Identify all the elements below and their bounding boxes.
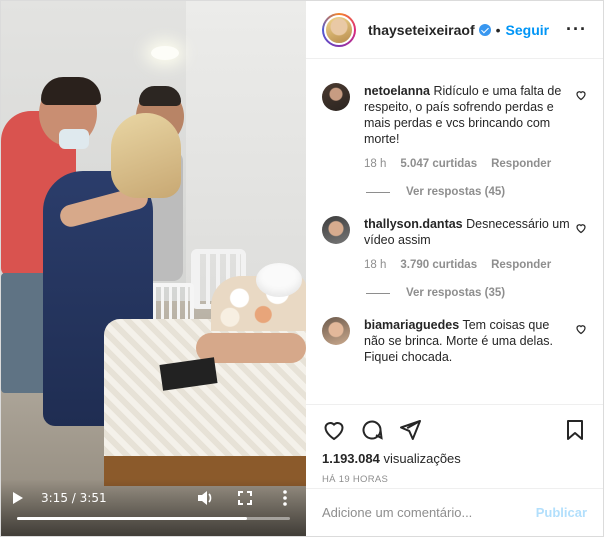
verified-badge-icon [478, 23, 491, 36]
comment-age[interactable]: 18 h [364, 156, 386, 172]
video-options-icon[interactable] [276, 489, 294, 507]
follow-button[interactable]: Seguir [506, 22, 550, 38]
comment-item: netoelanna Ridículo e uma falta de respe… [322, 83, 587, 172]
publish-button[interactable]: Publicar [536, 505, 587, 520]
comment-username[interactable]: biamariaguedes [364, 318, 459, 332]
volume-icon[interactable] [196, 489, 214, 507]
comment-item: biamariaguedes Tem coisas que não se bri… [322, 317, 587, 365]
video-player[interactable]: 3:15 / 3:51 [1, 1, 306, 536]
post-side-panel: thayseteixeiraof • Seguir ··· netoelanna… [306, 1, 603, 536]
bookmark-icon[interactable] [563, 418, 587, 442]
view-count-number: 1.193.084 [322, 451, 380, 466]
view-count[interactable]: 1.193.084 visualizações [322, 451, 587, 466]
comment-like-heart-icon[interactable] [575, 323, 587, 335]
comment-like-heart-icon[interactable] [575, 222, 587, 234]
video-progress-bar[interactable] [17, 517, 290, 520]
comment-item: thallyson.dantas Desnecessário um vídeo … [322, 216, 587, 273]
comment-input[interactable] [322, 505, 536, 520]
author-username[interactable]: thayseteixeiraof [368, 22, 491, 38]
author-avatar[interactable] [322, 12, 356, 47]
play-icon[interactable] [13, 492, 23, 504]
fullscreen-icon[interactable] [236, 489, 254, 507]
comment-bubble-icon[interactable] [360, 418, 384, 442]
comment-avatar[interactable] [322, 317, 350, 345]
duration: 3:51 [79, 491, 107, 505]
post-options-icon[interactable]: ··· [566, 19, 587, 40]
view-replies-button[interactable]: Ver respostas (45) [366, 186, 587, 198]
header-separator: • [495, 21, 501, 38]
comments-list: netoelanna Ridículo e uma falta de respe… [306, 59, 603, 404]
comment-age[interactable]: 18 h [364, 257, 386, 273]
reply-button[interactable]: Responder [491, 156, 551, 172]
post-timestamp[interactable]: HÁ 19 HORAS [322, 474, 587, 485]
comment-like-heart-icon[interactable] [575, 89, 587, 101]
comment-meta: 18 h 3.790 curtidas Responder [364, 257, 571, 273]
comment-avatar[interactable] [322, 83, 350, 111]
add-comment-bar: Publicar [306, 488, 603, 536]
share-send-icon[interactable] [398, 418, 422, 442]
time-separator: / [71, 491, 76, 505]
video-frame [1, 1, 306, 536]
video-time: 3:15 / 3:51 [41, 491, 107, 505]
comment-likes[interactable]: 3.790 curtidas [400, 257, 477, 273]
video-progress-fill [17, 517, 248, 520]
current-time: 3:15 [41, 491, 68, 505]
video-controls: 3:15 / 3:51 [1, 479, 306, 536]
reply-button[interactable]: Responder [491, 257, 551, 273]
like-heart-icon[interactable] [322, 418, 346, 442]
view-replies-button[interactable]: Ver respostas (35) [366, 287, 587, 299]
comment-username[interactable]: thallyson.dantas [364, 217, 463, 231]
instagram-post-window: 3:15 / 3:51 thayseteixeiraof • Seguir ··… [0, 0, 604, 537]
comment-avatar[interactable] [322, 216, 350, 244]
view-count-label: visualizações [383, 451, 461, 466]
post-header: thayseteixeiraof • Seguir ··· [306, 1, 603, 59]
comment-username[interactable]: netoelanna [364, 84, 430, 98]
comment-meta: 18 h 5.047 curtidas Responder [364, 156, 571, 172]
comment-likes[interactable]: 5.047 curtidas [400, 156, 477, 172]
